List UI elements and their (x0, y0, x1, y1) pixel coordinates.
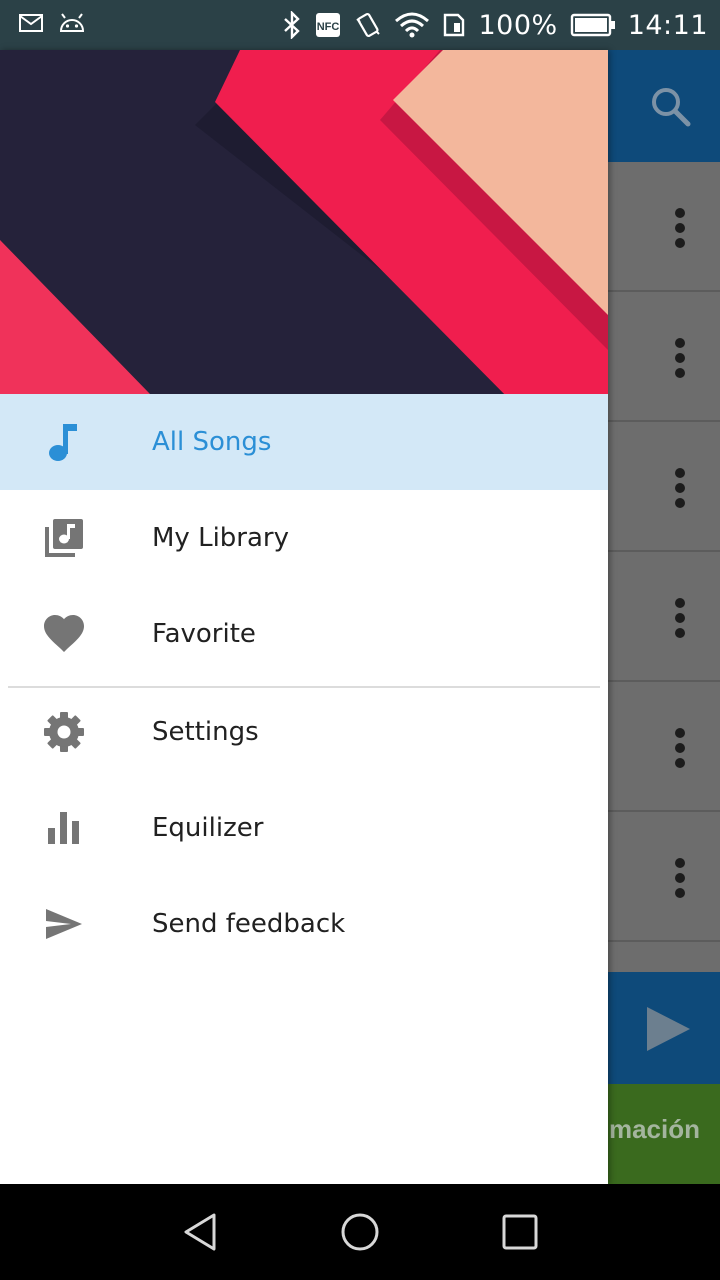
header-artwork (0, 50, 608, 394)
drawer-item-label: Settings (152, 717, 259, 747)
song-row[interactable] (608, 422, 720, 552)
drawer-item-label: Favorite (152, 619, 256, 649)
drawer-item-settings[interactable]: Settings (0, 684, 608, 780)
wifi-icon (395, 12, 430, 38)
mail-icon (19, 14, 43, 32)
song-row[interactable] (608, 162, 720, 292)
drawer-header-image (0, 50, 608, 394)
drawer-item-label: My Library (152, 523, 289, 553)
battery-icon (570, 13, 615, 37)
battery-percent: 100% (478, 9, 558, 41)
more-vert-icon[interactable] (668, 468, 692, 508)
nfc-icon: NFC (316, 13, 341, 37)
svg-text:NFC: NFC (317, 21, 340, 33)
status-icons: NFC 100% 14:11 (282, 0, 708, 50)
notification-icons (18, 12, 86, 34)
status-bar: NFC 100% 14:11 (0, 0, 720, 50)
search-icon[interactable] (646, 82, 696, 132)
drawer-item-equilizer[interactable]: Equilizer (0, 780, 608, 876)
drawer-item-label: Send feedback (152, 909, 346, 939)
song-row[interactable] (608, 552, 720, 682)
recents-icon[interactable] (500, 1212, 540, 1252)
ad-text: mación (608, 1114, 700, 1144)
home-icon[interactable] (340, 1212, 380, 1252)
song-row[interactable] (608, 812, 720, 942)
send-icon (40, 900, 88, 948)
more-vert-icon[interactable] (668, 728, 692, 768)
drawer-item-favorite[interactable]: Favorite (0, 586, 608, 682)
more-vert-icon[interactable] (668, 858, 692, 898)
equalizer-icon (40, 804, 88, 852)
system-navigation-bar (0, 1184, 720, 1280)
more-vert-icon[interactable] (668, 598, 692, 638)
drawer-item-send-feedback[interactable]: Send feedback (0, 876, 608, 972)
song-row[interactable] (608, 682, 720, 812)
heart-icon (40, 610, 88, 658)
clock: 14:11 (627, 9, 708, 41)
song-row[interactable] (608, 292, 720, 422)
android-icon (59, 13, 85, 32)
navigation-drawer: All Songs My Library Favorite Settings E… (0, 50, 608, 1184)
back-icon[interactable] (180, 1212, 220, 1252)
drawer-item-all-songs[interactable]: All Songs (0, 394, 608, 490)
sim-icon (444, 13, 465, 37)
more-vert-icon[interactable] (668, 208, 692, 248)
music-note-icon (40, 418, 88, 466)
more-vert-icon[interactable] (668, 338, 692, 378)
play-icon[interactable] (642, 1004, 692, 1054)
gear-icon (40, 708, 88, 756)
bluetooth-icon (284, 11, 301, 39)
library-music-icon (40, 514, 88, 562)
vibrate-icon (356, 12, 381, 38)
drawer-item-label: Equilizer (152, 813, 264, 843)
drawer-item-my-library[interactable]: My Library (0, 490, 608, 586)
drawer-item-label: All Songs (152, 427, 272, 457)
